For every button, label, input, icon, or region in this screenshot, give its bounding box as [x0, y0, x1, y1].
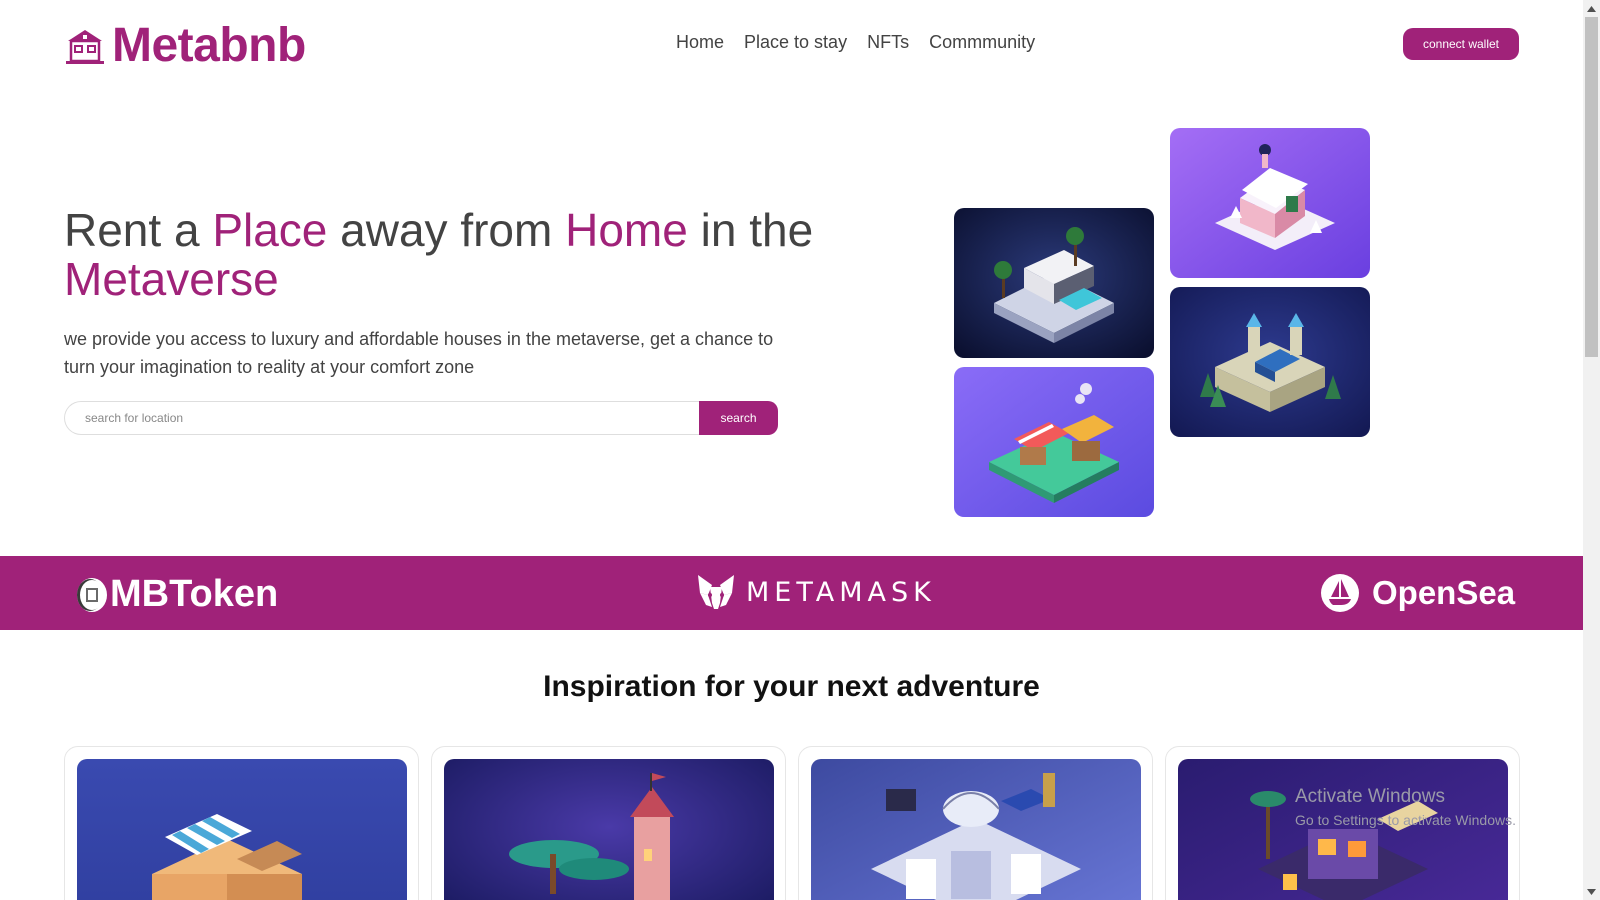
watermark-title: Activate Windows — [1295, 786, 1445, 807]
opensea-label: OpenSea — [1372, 574, 1516, 611]
activation-watermark: Activate Windows Go to Settings to activ… — [1295, 786, 1516, 828]
hero-title-part: Rent a — [64, 204, 213, 256]
nft-card[interactable] — [798, 746, 1153, 900]
scroll-down-button[interactable] — [1583, 883, 1600, 900]
hero-tile-market — [954, 367, 1154, 517]
nav-nfts[interactable]: NFTs — [867, 32, 909, 53]
scroll-down-icon — [1587, 888, 1596, 895]
brand-mbtoken: MBToken — [74, 573, 278, 616]
scroll-up-icon — [1587, 5, 1596, 12]
nft-card-image — [1178, 759, 1508, 900]
metamask-label: METAMASK — [746, 576, 936, 608]
inspiration-title: Inspiration for your next adventure — [543, 670, 1040, 703]
hero-title-part: away from — [327, 204, 566, 256]
hero-tile-castle — [1170, 287, 1370, 437]
hero-title-part: in the — [687, 204, 814, 256]
logo[interactable]: Metabnb — [64, 18, 306, 73]
hero-title-accent-home: Home — [565, 204, 688, 256]
hero-tile-villa — [954, 208, 1154, 358]
nft-card[interactable] — [64, 746, 419, 900]
hero-title: Rent a Place away from Home in the Metav… — [64, 206, 824, 304]
scroll-up-button[interactable] — [1583, 0, 1600, 17]
metamask-fox-icon — [698, 575, 734, 609]
opensea-boat-icon — [1321, 574, 1359, 612]
nav-place-to-stay[interactable]: Place to stay — [744, 32, 847, 53]
partners-band: MBToken METAMASK OpenSea — [0, 556, 1583, 630]
scroll-thumb[interactable] — [1585, 17, 1598, 357]
main-nav: Home Place to stay NFTs Commmunity — [676, 32, 1035, 53]
watermark-subtitle: Go to Settings to activate Windows. — [1295, 812, 1516, 828]
vertical-scrollbar[interactable] — [1583, 0, 1600, 900]
hero-tile-snow-house — [1170, 128, 1370, 278]
home-logo-icon — [66, 29, 104, 64]
nav-community[interactable]: Commmunity — [929, 32, 1035, 53]
hero-title-accent-place: Place — [212, 204, 328, 256]
nft-card-image — [444, 759, 774, 900]
nft-card-image — [77, 759, 407, 900]
nav-home[interactable]: Home — [676, 32, 724, 53]
brand-opensea: OpenSea — [1320, 573, 1515, 613]
connect-wallet-button[interactable]: connect wallet — [1403, 28, 1519, 60]
search-bar: search — [64, 401, 778, 435]
mbtoken-coin-icon — [77, 577, 107, 612]
search-input[interactable] — [64, 401, 699, 435]
hero-description: we provide you access to luxury and affo… — [64, 329, 774, 377]
brand-metamask: METAMASK — [696, 573, 936, 611]
logo-text: Metabnb — [112, 19, 306, 72]
nft-card[interactable] — [431, 746, 786, 900]
page: Metabnb Home Place to stay NFTs Commmuni… — [0, 0, 1583, 900]
mbtoken-label: MBToken — [110, 573, 279, 615]
nft-card-image — [811, 759, 1141, 900]
search-button[interactable]: search — [699, 401, 778, 435]
hero-title-accent-metaverse: Metaverse — [64, 253, 279, 305]
header: Metabnb Home Place to stay NFTs Commmuni… — [0, 0, 1583, 90]
